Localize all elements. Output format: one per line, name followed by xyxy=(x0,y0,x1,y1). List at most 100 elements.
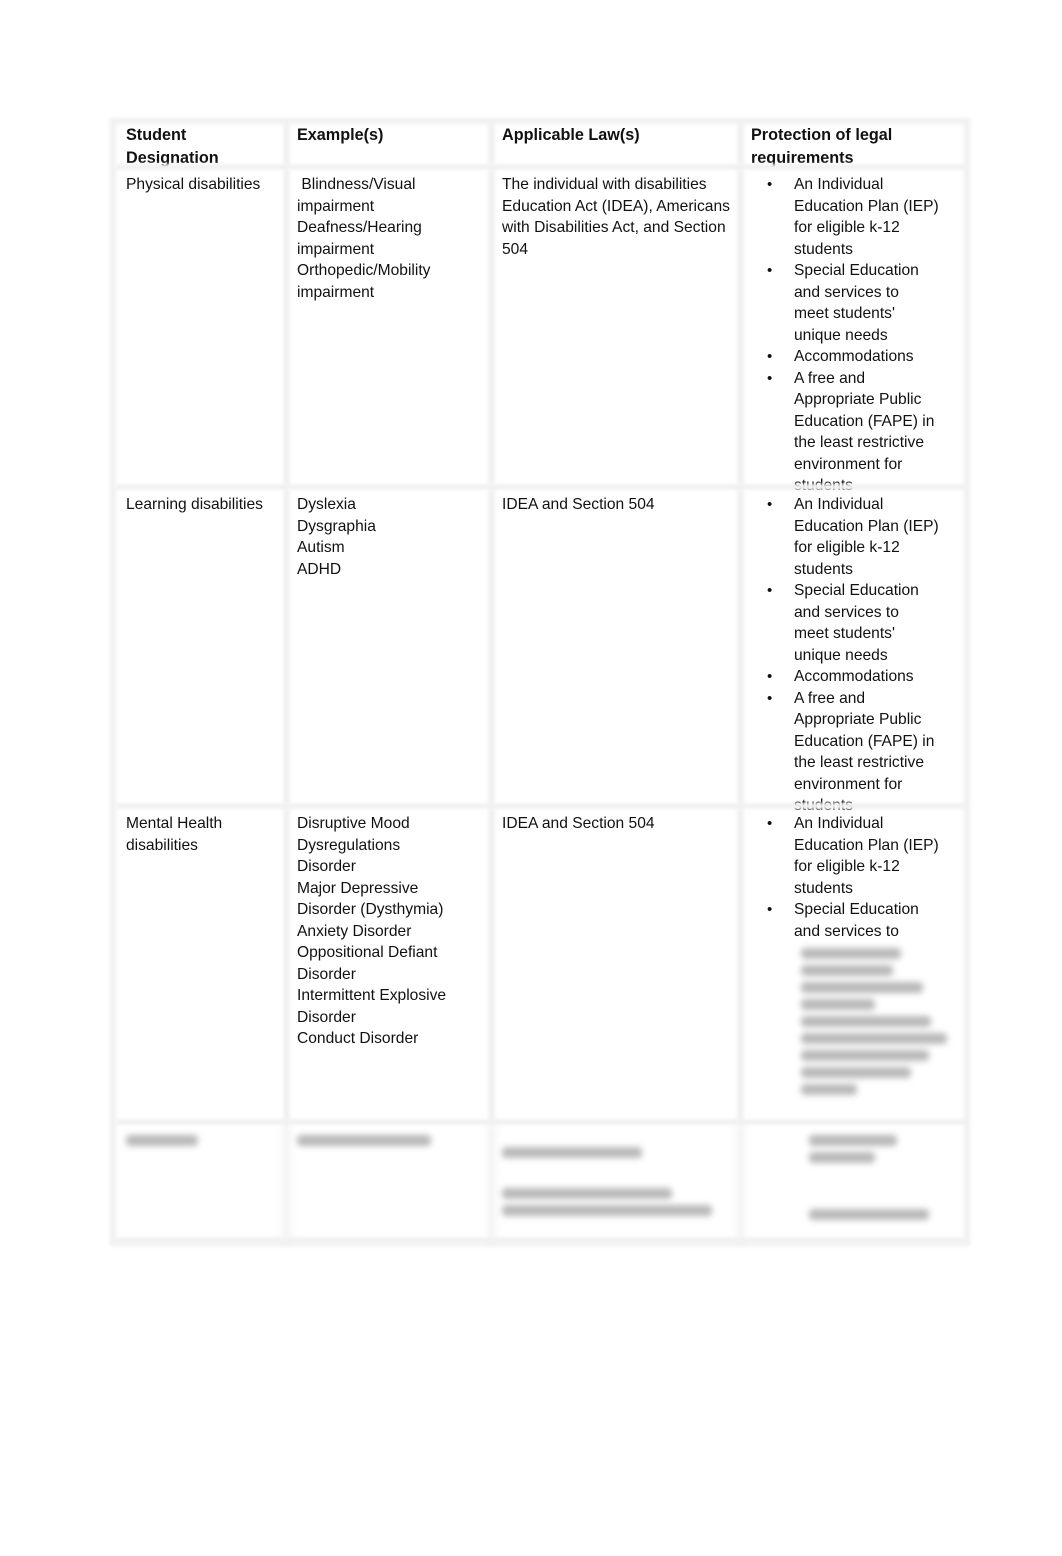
obscured-line xyxy=(126,1135,198,1146)
examples-cell: Blindness/Visual impairment Deafness/Hea… xyxy=(287,170,492,490)
bullet-icon: • xyxy=(767,668,773,685)
bullet-icon: • xyxy=(767,815,773,832)
obscured-line xyxy=(801,1084,857,1095)
obscured-line xyxy=(801,948,901,959)
protection-line: A free and xyxy=(794,369,866,387)
protection-line: An Individual xyxy=(794,176,884,193)
examples-cell-obscured xyxy=(287,1125,492,1243)
table-row: Mental Health disabilities Disruptive Mo… xyxy=(116,809,966,1125)
protection-line: for eligible k-12 xyxy=(794,858,900,875)
header-protection-legal-requirements: Protection of legal requirements xyxy=(741,120,966,170)
obscured-text-block xyxy=(741,948,960,1095)
example-line: Anxiety Disorder xyxy=(297,922,412,940)
protection-line: unique needs xyxy=(794,646,888,664)
example-line: Oppositional Defiant xyxy=(297,944,438,961)
table-header-row: Student Designation Example(s) Applicabl… xyxy=(116,120,966,170)
protection-line: meet students' xyxy=(794,625,895,642)
example-line: Orthopedic/Mobility xyxy=(297,262,431,279)
obscured-line xyxy=(502,1188,672,1199)
protection-line: students xyxy=(794,879,853,897)
protection-line: Education Plan (IEP) xyxy=(794,836,939,854)
protections-list: • An Individual Education Plan (IEP) for… xyxy=(741,494,960,817)
protection-item: • A free and Appropriate Public Educatio… xyxy=(741,368,960,497)
protection-line: students xyxy=(794,560,853,578)
obscured-line xyxy=(801,1016,931,1027)
protection-line: An Individual xyxy=(794,815,884,832)
protection-line: for eligible k-12 xyxy=(794,539,900,556)
protection-item: • An Individual Education Plan (IEP) for… xyxy=(741,813,960,899)
header-text-line: Student xyxy=(126,126,187,144)
protection-item: • An Individual Education Plan (IEP) for… xyxy=(741,174,960,260)
law-line: Education Act (IDEA), Americans xyxy=(502,197,730,215)
obscured-line xyxy=(801,982,923,993)
document-page: Student Designation Example(s) Applicabl… xyxy=(0,0,1062,1556)
example-line: ADHD xyxy=(297,560,342,578)
obscured-line xyxy=(502,1147,642,1158)
law-line: with Disabilities Act, and Section xyxy=(502,219,726,236)
protection-line: Appropriate Public xyxy=(794,711,922,728)
header-text-line: requirements xyxy=(751,149,854,167)
designation-cell: Learning disabilities xyxy=(116,490,287,809)
example-line: Deafness/Hearing xyxy=(297,219,422,236)
designation-cell: Mental Health disabilities xyxy=(116,809,287,1125)
protection-line: students xyxy=(794,240,853,258)
bullet-icon: • xyxy=(767,689,773,707)
protection-line: environment for xyxy=(794,775,903,793)
example-line: Dysregulations xyxy=(297,836,401,854)
protection-item: • Accommodations xyxy=(741,346,960,368)
protection-line: Education Plan (IEP) xyxy=(794,197,939,215)
example-line: Disorder xyxy=(297,965,356,983)
header-text-line: Protection of legal xyxy=(751,126,893,144)
protection-line: the least restrictive xyxy=(794,434,924,451)
protection-item: • Special Education and services to meet… xyxy=(741,260,960,346)
designation-cell-obscured xyxy=(116,1125,287,1243)
designation-text: Mental Health xyxy=(126,815,223,832)
protection-line: environment for xyxy=(794,455,903,473)
protections-cell: • An Individual Education Plan (IEP) for… xyxy=(741,809,966,1125)
protection-line: and services to xyxy=(794,283,899,301)
law-line: IDEA and Section 504 xyxy=(502,815,655,832)
protection-item: • Special Education and services to meet… xyxy=(741,580,960,666)
bullet-icon: • xyxy=(767,348,773,365)
protection-line: Special Education xyxy=(794,582,919,599)
example-line: impairment xyxy=(297,197,375,215)
laws-cell: IDEA and Section 504 xyxy=(492,490,741,809)
protections-cell: • An Individual Education Plan (IEP) for… xyxy=(741,490,966,814)
protection-line: and services to xyxy=(794,922,899,940)
protection-line: Education (FAPE) in xyxy=(794,412,935,430)
bullet-icon: • xyxy=(767,496,773,513)
header-text-line: Designation xyxy=(126,149,219,167)
example-line: Disorder xyxy=(297,858,356,875)
protections-list: • An Individual Education Plan (IEP) for… xyxy=(741,174,960,497)
obscured-line xyxy=(809,1135,897,1146)
disability-law-table: Student Designation Example(s) Applicabl… xyxy=(116,120,966,1243)
designation-text: disabilities xyxy=(126,836,198,854)
example-line: Disorder xyxy=(297,1008,356,1026)
obscured-line xyxy=(297,1135,431,1146)
protection-line: Education Plan (IEP) xyxy=(794,517,939,535)
law-line: The individual with disabilities xyxy=(502,176,707,193)
protections-list: • An Individual Education Plan (IEP) for… xyxy=(741,813,960,942)
example-line: Intermittent Explosive xyxy=(297,987,447,1004)
table-row: Physical disabilities Blindness/Visual i… xyxy=(116,170,966,494)
example-line: Disruptive Mood xyxy=(297,815,410,832)
protection-line: Special Education xyxy=(794,262,919,279)
example-line: impairment xyxy=(297,240,375,258)
examples-cell: Dyslexia Dysgraphia Autism ADHD xyxy=(287,490,492,809)
designation-text: Physical disabilities xyxy=(126,176,261,193)
protections-cell: • An Individual Education Plan (IEP) for… xyxy=(741,170,966,494)
example-line: Dysgraphia xyxy=(297,517,376,535)
protection-item: • Accommodations xyxy=(741,666,960,688)
protection-line: A free and xyxy=(794,689,866,707)
example-line: Autism xyxy=(297,539,345,556)
law-line: 504 xyxy=(502,240,529,258)
table-row: Learning disabilities Dyslexia Dysgraphi… xyxy=(116,490,966,814)
protection-item: • An Individual Education Plan (IEP) for… xyxy=(741,494,960,580)
protection-item: • A free and Appropriate Public Educatio… xyxy=(741,688,960,817)
protection-line: Education (FAPE) in xyxy=(794,732,935,750)
table-row-obscured xyxy=(116,1125,966,1243)
obscured-line xyxy=(801,1050,929,1061)
laws-cell: IDEA and Section 504 xyxy=(492,809,741,1125)
protection-line: for eligible k-12 xyxy=(794,219,900,236)
obscured-line xyxy=(801,1067,911,1078)
